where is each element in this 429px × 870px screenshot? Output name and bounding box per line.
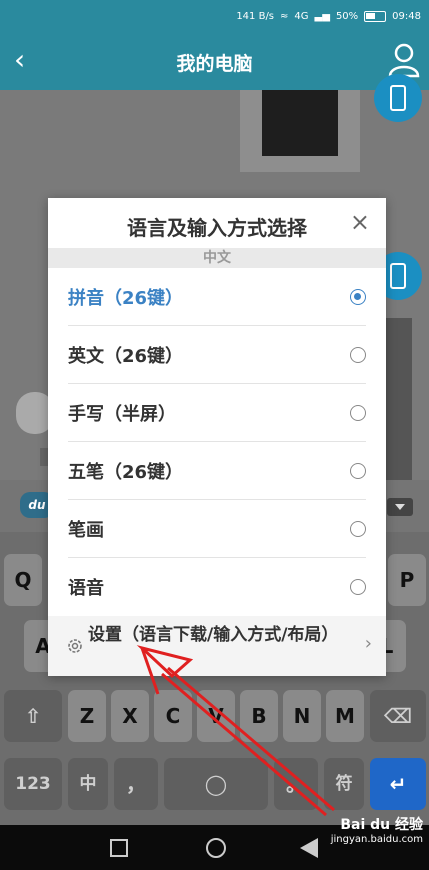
- key-b[interactable]: B: [240, 690, 278, 742]
- key-m[interactable]: M: [326, 690, 364, 742]
- dialog-header: 语言及输入方式选择 ×: [48, 198, 386, 248]
- numeric-key[interactable]: 123: [4, 758, 62, 810]
- chat-image-partial[interactable]: [382, 318, 412, 480]
- radio-icon[interactable]: [350, 463, 366, 479]
- radio-icon[interactable]: [350, 521, 366, 537]
- option-label: 英文（26键）: [68, 346, 184, 367]
- option-label: 拼音（26键）: [68, 288, 184, 309]
- option-label: 笔画: [68, 520, 104, 541]
- key-c[interactable]: C: [154, 690, 192, 742]
- keyboard-collapse-icon[interactable]: [387, 498, 413, 516]
- network-type: 4G: [294, 10, 309, 22]
- network-speed: 141 B/s: [236, 10, 275, 22]
- wifi-icon: ≈: [280, 10, 289, 22]
- home-icon[interactable]: [206, 838, 226, 858]
- phone-device-icon[interactable]: [374, 74, 422, 122]
- settings-row[interactable]: 设置（语言下载/输入方式/布局） ›: [48, 616, 386, 676]
- watermark-brand: Bai du 经验: [340, 817, 423, 833]
- close-icon[interactable]: ×: [350, 208, 370, 236]
- option-label: 手写（半屏）: [68, 404, 176, 425]
- option-label: 五笔（26键）: [68, 462, 184, 483]
- option-label: 语音: [68, 578, 104, 599]
- key-n[interactable]: N: [283, 690, 321, 742]
- period-key[interactable]: 。: [274, 758, 318, 810]
- clock: 09:48: [392, 10, 421, 22]
- settings-label: 设置（语言下载/输入方式/布局）: [88, 625, 339, 645]
- gear-icon: [68, 639, 82, 653]
- radio-icon[interactable]: [350, 405, 366, 421]
- back-nav-icon[interactable]: [300, 838, 318, 858]
- status-bar: 141 B/s ≈ 4G ▃▅ 50% 09:48: [0, 0, 429, 32]
- key-x[interactable]: X: [111, 690, 149, 742]
- key-p[interactable]: P: [388, 554, 426, 606]
- symbol-key[interactable]: 符: [324, 758, 364, 810]
- dialog-title: 语言及输入方式选择: [127, 216, 307, 240]
- recent-apps-icon[interactable]: [110, 839, 128, 857]
- input-method-dialog: 语言及输入方式选择 × 中文 拼音（26键） 英文（26键） 手写（半屏） 五笔…: [48, 198, 386, 676]
- enter-key-icon[interactable]: ↵: [370, 758, 426, 810]
- section-header: 中文: [48, 248, 386, 268]
- backspace-key-icon[interactable]: ⌫: [370, 690, 426, 742]
- user-profile-icon[interactable]: [387, 42, 421, 78]
- radio-icon[interactable]: [350, 579, 366, 595]
- option-english-26[interactable]: 英文（26键）: [68, 326, 366, 384]
- option-voice[interactable]: 语音: [68, 558, 366, 616]
- shift-key[interactable]: ⇧: [4, 690, 62, 742]
- option-wubi-26[interactable]: 五笔（26键）: [68, 442, 366, 500]
- signal-icon: ▃▅: [314, 10, 330, 22]
- battery-icon: [364, 10, 387, 22]
- chevron-right-icon: ›: [364, 633, 372, 654]
- watermark: Bai du 经验 jingyan.baidu.com: [331, 814, 423, 845]
- option-handwriting-half[interactable]: 手写（半屏）: [68, 384, 366, 442]
- key-z[interactable]: Z: [68, 690, 106, 742]
- battery-level: 50%: [335, 10, 359, 22]
- key-v[interactable]: V: [197, 690, 235, 742]
- comma-key[interactable]: ，: [114, 758, 158, 810]
- key-q[interactable]: Q: [4, 554, 42, 606]
- space-voice-key[interactable]: ◯: [164, 758, 268, 810]
- title-bar: ‹ 我的电脑: [0, 32, 429, 90]
- watermark-url: jingyan.baidu.com: [330, 834, 423, 845]
- chat-image-thumbnail[interactable]: [240, 90, 360, 172]
- chinese-mode-key[interactable]: 中: [68, 758, 108, 810]
- page-title: 我的电脑: [176, 53, 253, 75]
- radio-selected-icon[interactable]: [350, 289, 366, 305]
- option-stroke[interactable]: 笔画: [68, 500, 366, 558]
- option-pinyin-26[interactable]: 拼音（26键）: [68, 268, 366, 326]
- radio-icon[interactable]: [350, 347, 366, 363]
